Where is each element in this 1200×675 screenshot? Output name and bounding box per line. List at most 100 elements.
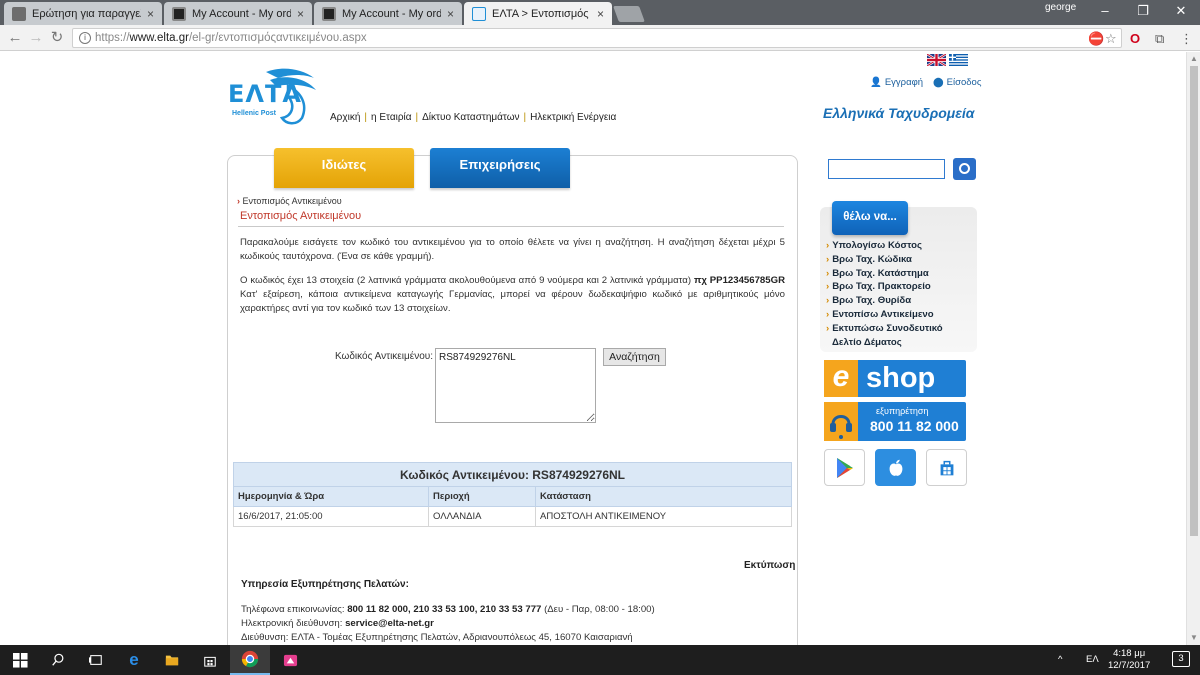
quick-link-cost[interactable]: Υπολογίσω Κόστος [826,239,943,253]
url-text[interactable]: https://www.elta.gr/el-gr/εντοπισμόςαντι… [95,32,367,44]
breadcrumb: › Εντοπισμός Αντικειμένου [237,196,342,206]
back-icon[interactable]: ← [6,29,24,47]
pdf-extension-icon[interactable]: ⧉ [1155,31,1164,47]
browser-tab[interactable]: My Account - My order | × [314,2,462,25]
language-indicator[interactable]: ΕΛ [1086,654,1099,665]
format-text-main: Ο κωδικός έχει 13 στοιχεία (2 λατινικά γ… [240,275,692,286]
minimize-icon[interactable]: – [1085,0,1125,25]
page-scrollbar[interactable]: ▲ ▼ [1186,52,1200,645]
tab-business[interactable]: Επιχειρήσεις [430,148,570,188]
tracking-code-textarea[interactable] [435,348,596,423]
search-button[interactable]: Αναζήτηση [603,348,666,366]
scroll-up-icon[interactable]: ▲ [1190,54,1198,63]
blocked-popup-icon[interactable]: ⛔ [1088,31,1104,47]
instructions-text: Παρακαλούμε εισάγετε τον κωδικό του αντι… [240,237,785,262]
bookmark-star-icon[interactable]: ☆ [1105,31,1117,47]
chrome-menu-icon[interactable]: ⋮ [1180,31,1193,47]
site-search-input[interactable] [828,159,945,179]
eshop-text: shop [866,362,936,394]
close-tab-icon[interactable]: × [297,7,304,21]
quick-link-agency[interactable]: Βρω Ταχ. Πρακτορείο [826,280,943,294]
nav-separator: | [523,112,527,123]
cell-date: 16/6/2017, 21:05:00 [233,506,429,527]
browser-tab-strip: Ερώτηση για παραγγελ × My Account - My o… [0,0,1200,25]
scroll-down-icon[interactable]: ▼ [1190,633,1198,642]
uk-flag-icon[interactable] [927,54,946,66]
close-tab-icon[interactable]: × [597,7,604,21]
address-line: Διεύθυνση: ΕΛΤΑ - Τομέας Εξυπηρέτησης Πε… [241,632,633,643]
profile-name[interactable]: george [1045,2,1076,13]
email-link[interactable]: service@elta-net.gr [345,618,434,629]
close-window-icon[interactable]: ✕ [1161,0,1200,25]
scrollbar-thumb[interactable] [1190,66,1198,536]
greek-flag-icon[interactable] [949,54,968,66]
chrome-icon[interactable] [230,645,270,675]
nav-separator: | [415,112,419,123]
title-divider [238,226,784,227]
system-clock[interactable]: 4:18 μμ 12/7/2017 [1108,648,1150,672]
task-view-icon[interactable] [76,645,116,675]
tab-label: My Account - My order | [342,7,441,20]
nav-store-network[interactable]: Δίκτυο Καταστημάτων [422,112,519,123]
nav-electric-energy[interactable]: Ηλεκτρική Ενέργεια [530,112,616,123]
browser-tab[interactable]: My Account - My order | × [164,2,312,25]
browser-toolbar: ← → ↻ i https://www.elta.gr/el-gr/εντοπι… [0,25,1200,51]
phone-label: Τηλέφωνα επικοινωνίας: [241,604,345,615]
search-icon[interactable] [953,158,976,180]
notification-count: 3 [1178,653,1184,664]
tab-private[interactable]: Ιδιώτες [274,148,414,188]
forward-icon[interactable]: → [27,29,45,47]
breadcrumb-current[interactable]: Εντοπισμός Αντικειμένου [243,196,342,206]
file-explorer-icon[interactable] [152,645,192,675]
reload-icon[interactable]: ↻ [48,29,66,47]
quick-link-postcode[interactable]: Βρω Ταχ. Κώδικα [826,253,943,267]
logo-text: ΕΛΤΑ [228,80,302,108]
page-title: Εντοπισμός Αντικειμένου [240,210,362,222]
login-link[interactable]: ⬤ Είσοδος [933,77,981,88]
edge-icon[interactable]: e [114,645,154,675]
quick-link-print-slip-cont[interactable]: Δελτίο Δέματος [826,336,943,350]
office-hours: (Δευ - Παρ, 08:00 - 18:00) [544,604,655,615]
paint-app-icon[interactable] [270,645,310,675]
customer-support-banner[interactable]: εξυπηρέτηση 800 11 82 000 [824,402,966,441]
store-icon[interactable] [190,645,230,675]
print-link[interactable]: Εκτύπωση [744,560,795,571]
tab-label: My Account - My order | [192,7,291,20]
apple-store-icon[interactable] [875,449,916,486]
search-icon[interactable] [38,645,78,675]
windows-start-icon[interactable] [0,645,40,675]
opera-extension-icon[interactable]: O [1130,31,1140,46]
maximize-icon[interactable]: ❐ [1123,0,1163,25]
quick-link-print-slip[interactable]: Εκτυπώσω Συνοδευτικό [826,322,942,336]
quick-link-store[interactable]: Βρω Ταχ. Κατάστημα [826,267,943,281]
column-header-date: Ημερομηνία & Ώρα [233,486,429,507]
address-bar[interactable]: i https://www.elta.gr/el-gr/εντοπισμόςαν… [72,28,1122,48]
logo-subtitle: Hellenic Post [232,110,276,117]
cell-status: ΑΠΟΣΤΟΛΗ ΑΝΤΙΚΕΙΜΕΝΟΥ [535,506,792,527]
quick-link-pobox[interactable]: Βρω Ταχ. Θυρίδα [826,294,943,308]
close-tab-icon[interactable]: × [147,7,154,21]
table-row: 16/6/2017, 21:05:00 ΟΛΛΑΝΔΙΑ ΑΠΟΣΤΟΛΗ ΑΝ… [233,506,792,527]
quick-link-track[interactable]: Εντοπίσω Αντικείμενο [826,308,943,322]
page-viewport: ΕΛΤΑ Hellenic Post Αρχική | η Εταιρία | … [0,52,1200,645]
user-icon: 👤 [870,77,882,88]
url-path: /el-gr/εντοπισμόςαντικειμένου.aspx [188,32,367,44]
nav-company[interactable]: η Εταιρία [371,112,412,123]
site-info-icon[interactable]: i [79,32,91,44]
browser-tab[interactable]: Ερώτηση για παραγγελ × [4,2,162,25]
register-link[interactable]: 👤 Εγγραφή [870,77,923,88]
cell-area: ΟΛΛΑΝΔΙΑ [428,506,536,527]
nav-home[interactable]: Αρχική [330,112,360,123]
email-line: Ηλεκτρονική διεύθυνση: service@elta-net.… [241,618,434,629]
browser-tab-active[interactable]: ΕΛΤΑ > Εντοπισμός Αντι × [464,2,612,25]
close-tab-icon[interactable]: × [447,7,454,21]
notification-center-icon[interactable]: 3 [1172,651,1190,667]
google-play-icon[interactable] [824,449,865,486]
new-tab-button[interactable] [613,6,645,22]
tab-label: ΕΛΤΑ > Εντοπισμός Αντι [492,7,591,20]
windows-store-icon[interactable] [926,449,967,486]
phone-numbers: 800 11 82 000, 210 33 53 100, 210 33 53 … [347,604,542,615]
show-hidden-icons[interactable]: ^ [1058,654,1062,665]
eshop-banner[interactable]: e shop [824,360,966,397]
forum-favicon-icon [12,6,26,21]
